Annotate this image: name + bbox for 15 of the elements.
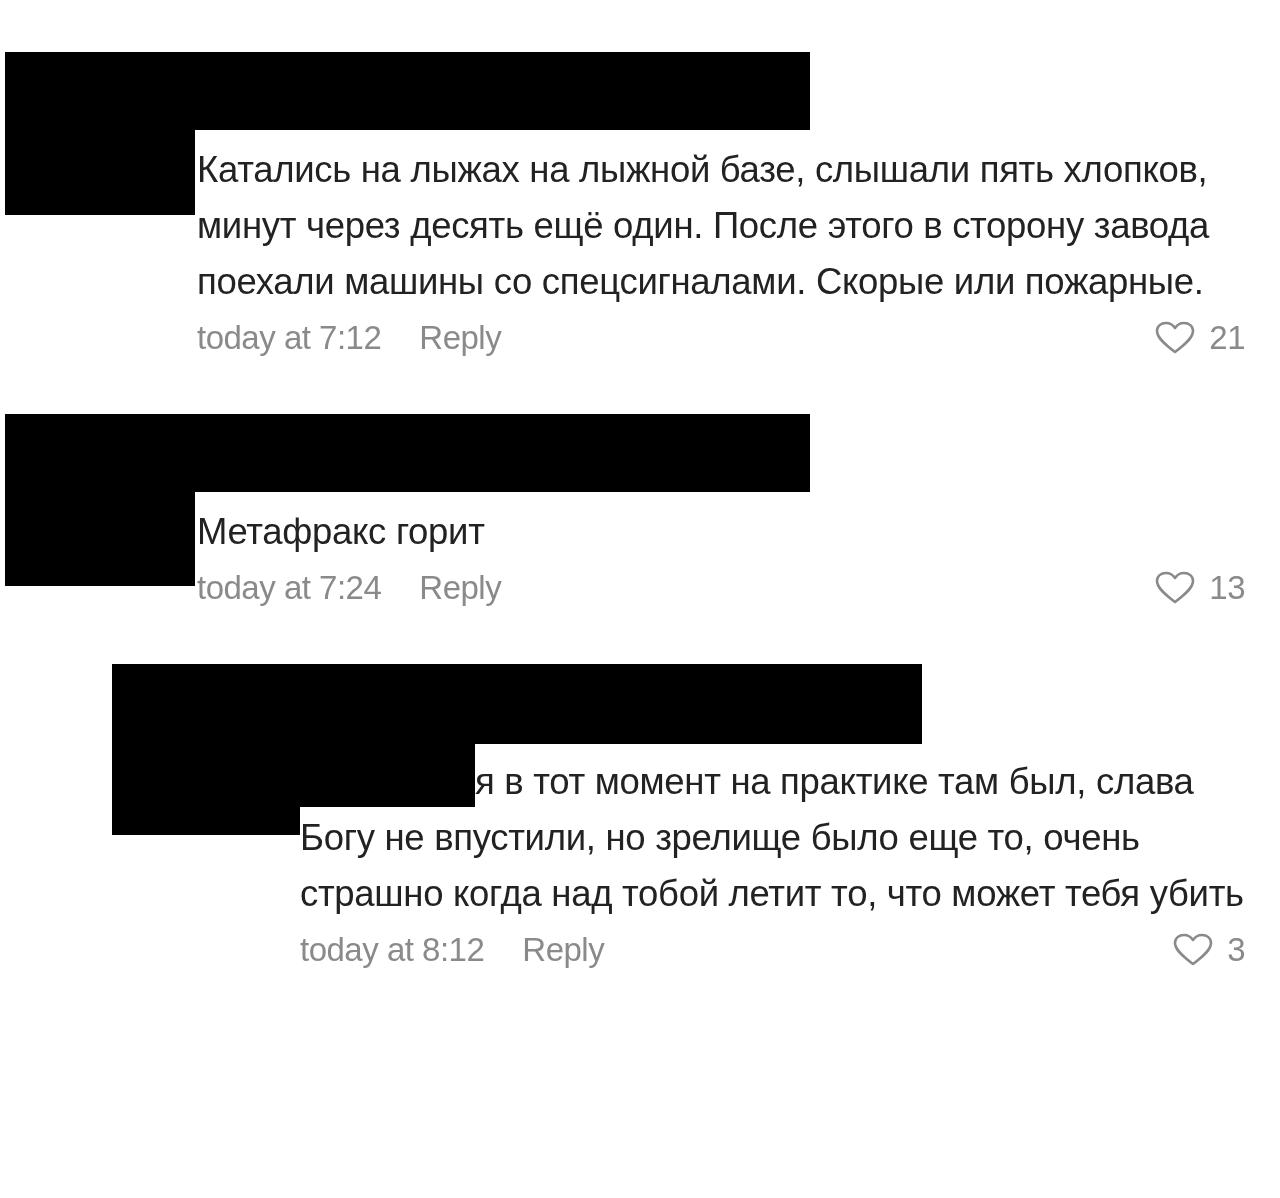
reply-link[interactable]: Reply xyxy=(522,925,605,975)
heart-icon[interactable] xyxy=(1155,321,1196,355)
like-count: 13 xyxy=(1209,568,1245,609)
comment-text: я в тот момент на практике там был, слава Богу не впустили, но зрелище было еще то, очень страшно когда над тобой летит то, что может тебя убить xyxy=(300,760,1245,916)
like-count: 21 xyxy=(1209,318,1245,359)
reply-link[interactable]: Reply xyxy=(419,563,502,613)
comment-text: Метафракс горит xyxy=(197,510,486,554)
heart-icon[interactable] xyxy=(1155,571,1196,605)
comment-text: Катались на лыжах на лыжной базе, слышали пять хлопков, минут через десять ещё один. После этого в сторону завода поехали машины со спецсигналами. Скорые или пожарные. xyxy=(197,148,1211,304)
timestamp: today at 7:12 xyxy=(197,318,382,359)
timestamp: today at 8:12 xyxy=(300,930,485,971)
like-count: 3 xyxy=(1227,930,1245,971)
timestamp: today at 7:24 xyxy=(197,568,382,609)
heart-icon[interactable] xyxy=(1173,933,1214,967)
reply-link[interactable]: Reply xyxy=(419,313,502,363)
